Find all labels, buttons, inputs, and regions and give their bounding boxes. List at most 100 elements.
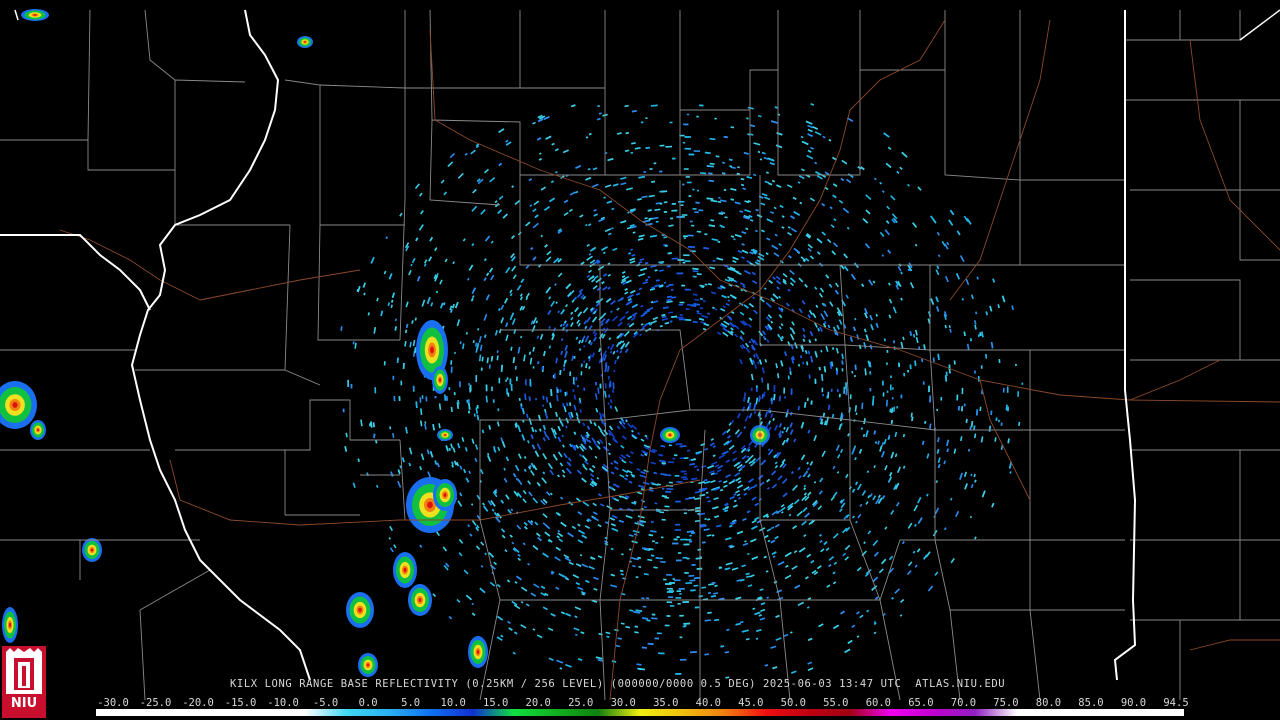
- echo-pixel: [891, 397, 894, 400]
- echo-pixel: [928, 385, 930, 393]
- storm-cell: [418, 598, 422, 602]
- echo-pixel: [1021, 382, 1024, 385]
- echo-pixel: [583, 387, 586, 391]
- echo-pixel: [869, 371, 872, 375]
- echo-pixel: [682, 141, 686, 144]
- echo-pixel: [572, 389, 575, 392]
- echo-pixel: [686, 557, 690, 560]
- echo-pixel: [675, 443, 683, 446]
- echo-pixel: [676, 559, 682, 562]
- echo-pixel: [575, 376, 578, 381]
- colorbar-segment: [430, 709, 473, 716]
- echo-pixel: [686, 113, 690, 116]
- echo-pixel: [434, 396, 437, 399]
- colorbar-label: 10.0: [440, 697, 466, 709]
- colorbar-label: 50.0: [780, 697, 806, 709]
- echo-pixel: [529, 378, 532, 386]
- echo-pixel: [400, 380, 403, 386]
- echo-pixel: [475, 375, 478, 382]
- echo-pixel: [1006, 386, 1009, 393]
- echo-pixel: [553, 373, 556, 379]
- echo-pixel: [843, 386, 846, 394]
- echo-pixel: [767, 383, 769, 391]
- echo-pixel: [691, 224, 695, 227]
- colorbar-label: -10.0: [267, 697, 299, 709]
- echo-pixel: [677, 200, 685, 203]
- echo-pixel: [678, 303, 684, 306]
- colorbar-segment: [807, 709, 850, 716]
- echo-pixel: [676, 590, 681, 592]
- echo-pixel: [689, 540, 693, 543]
- echo-pixel: [505, 379, 507, 382]
- echo-pixel: [556, 388, 559, 393]
- echo-pixel: [454, 351, 456, 354]
- echo-pixel: [684, 288, 691, 291]
- echo-pixel: [694, 211, 699, 214]
- echo-pixel: [681, 284, 686, 287]
- echo-pixel: [677, 603, 681, 605]
- echo-pixel: [814, 378, 817, 384]
- echo-pixel: [841, 368, 844, 372]
- echo-pixel: [678, 588, 685, 590]
- echo-pixel: [577, 384, 579, 388]
- echo-pixel: [695, 201, 700, 204]
- colorbar-label: 94.5: [1163, 697, 1189, 709]
- echo-pixel: [903, 373, 906, 377]
- echo-pixel: [668, 481, 673, 484]
- colorbar-label: 60.0: [865, 697, 892, 709]
- echo-pixel: [663, 281, 667, 284]
- echo-pixel: [977, 376, 980, 382]
- colorbar-segment: [96, 709, 138, 716]
- echo-pixel: [350, 383, 353, 389]
- echo-pixel: [882, 392, 885, 397]
- echo-pixel: [679, 457, 685, 460]
- echo-pixel: [773, 385, 776, 393]
- echo-pixel: [450, 366, 453, 373]
- storm-cell: [444, 434, 446, 436]
- echo-pixel: [683, 622, 691, 625]
- niu-logo-text: NIU: [10, 696, 38, 711]
- colorbar-label: -20.0: [182, 697, 214, 709]
- echo-pixel: [676, 536, 680, 538]
- storm-cell: [33, 14, 37, 16]
- echo-pixel: [696, 115, 699, 118]
- echo-pixel: [509, 378, 512, 385]
- echo-pixel: [676, 272, 684, 275]
- echo-pixel: [645, 117, 648, 120]
- echo-pixel: [666, 601, 672, 604]
- echo-pixel: [672, 578, 675, 580]
- colorbar-segment: [305, 709, 348, 716]
- echo-pixel: [688, 195, 692, 197]
- echo-pixel: [750, 387, 753, 392]
- storm-cell: [366, 663, 370, 667]
- echo-pixel: [683, 168, 689, 170]
- echo-pixel: [675, 597, 682, 599]
- echo-pixel: [392, 375, 395, 380]
- echo-pixel: [680, 204, 684, 206]
- colorbar-label: 35.0: [653, 697, 679, 709]
- storm-cell: [427, 501, 433, 509]
- echo-pixel: [374, 387, 377, 394]
- echo-pixel: [756, 387, 759, 392]
- radar-cone-of-silence: [618, 333, 742, 437]
- echo-pixel: [714, 117, 717, 120]
- echo-pixel: [498, 377, 501, 384]
- echo-pixel: [445, 396, 448, 401]
- echo-pixel: [657, 632, 662, 635]
- colorbar-segment: [137, 709, 180, 716]
- echo-pixel: [822, 393, 824, 397]
- echo-pixel: [506, 377, 509, 380]
- echo-pixel: [974, 370, 976, 374]
- echo-pixel: [666, 573, 673, 576]
- echo-pixel: [1015, 363, 1017, 367]
- echo-pixel: [682, 601, 690, 603]
- echo-pixel: [662, 487, 665, 490]
- echo-pixel: [398, 396, 401, 402]
- echo-pixel: [675, 523, 681, 526]
- echo-pixel: [559, 389, 562, 393]
- echo-pixel: [413, 385, 415, 390]
- echo-pixel: [684, 260, 691, 263]
- echo-pixel: [689, 220, 693, 223]
- echo-pixel: [516, 376, 518, 382]
- echo-pixel: [945, 371, 948, 376]
